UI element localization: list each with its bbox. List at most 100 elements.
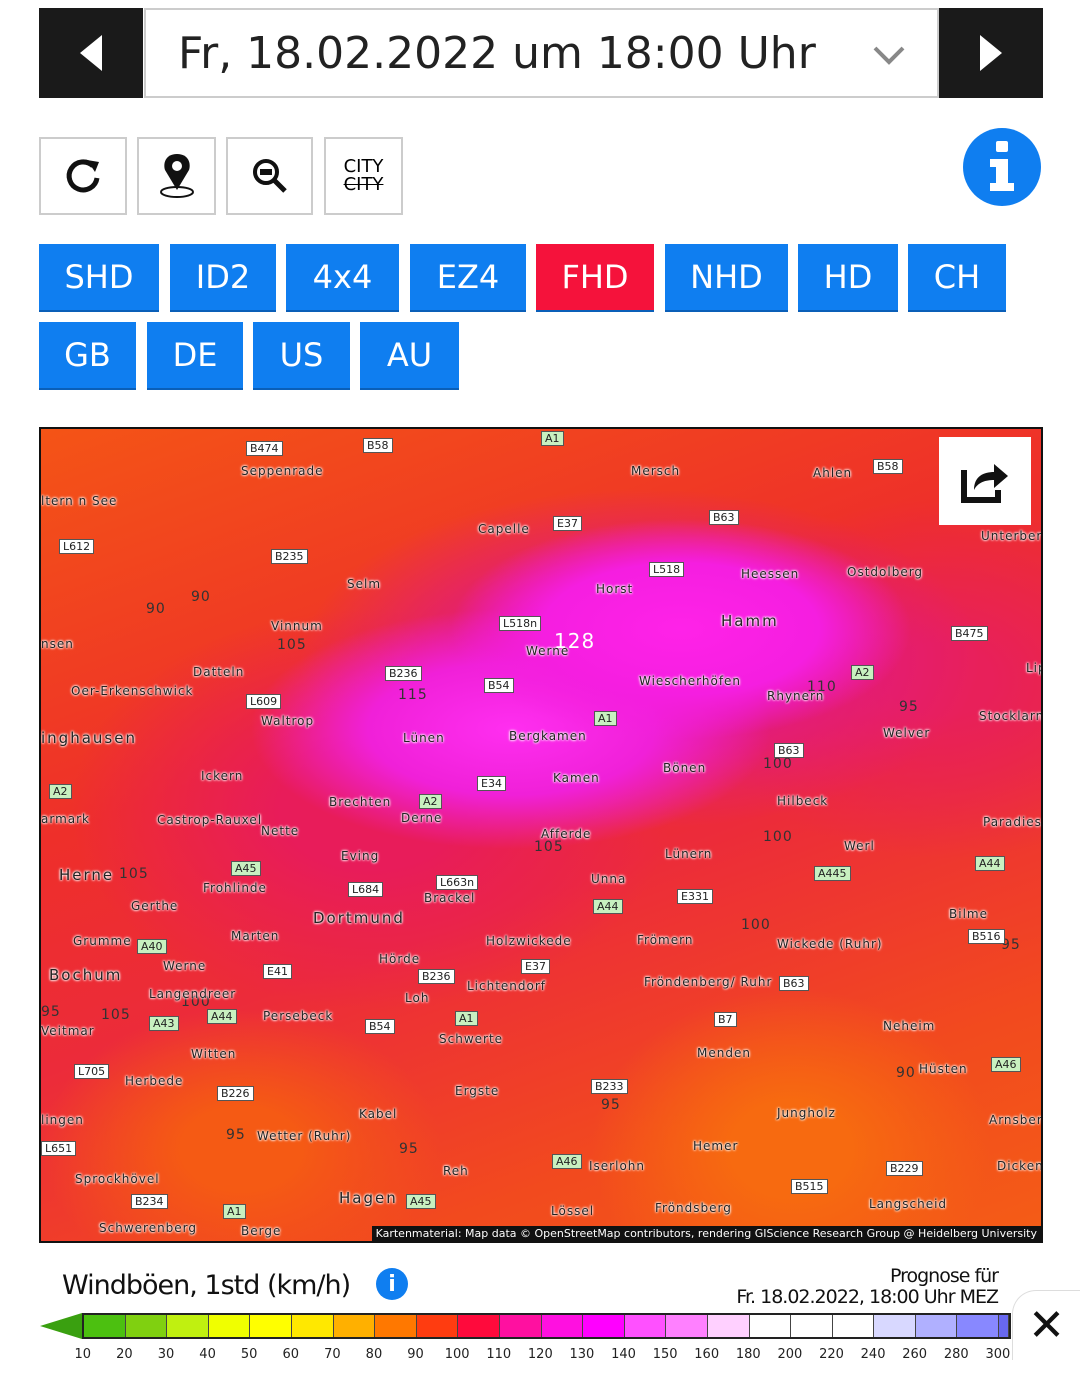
road-badge: A43 [149,1016,179,1031]
model-button-shd[interactable]: SHD [39,244,159,312]
weather-map[interactable]: 100 95 95 95 95 90 105 95 100 105 100 105 100 95 110 12… [39,427,1043,1243]
place-label: Brechten [329,795,392,809]
share-icon [961,464,1008,503]
place-label: Datteln [193,665,245,679]
place-label: Unterber [981,529,1043,543]
place-label: Selm [347,577,382,591]
isoline-value: 95 [226,1127,246,1143]
isoline-value: 95 [41,1004,61,1020]
place-label: Lipp [1026,661,1041,675]
place-label: armark [41,812,91,826]
model-button-de[interactable]: DE [147,322,243,390]
legend-tick: 110 [486,1347,512,1362]
road-badge: B58 [363,438,393,453]
place-label: Hörde [379,952,421,966]
legend-tick: 90 [407,1347,424,1362]
place-label: Herne [59,866,115,884]
legend-ticks: 10 20 30 40 50 60 70 80 90 100 110 120 130 140 150 160 1… [62,1347,1019,1362]
legend-swatch [957,1315,1000,1337]
date-time-select[interactable]: Fr, 18.02.2022 um 18:00 Uhr [144,8,939,98]
road-badge: E37 [553,516,582,531]
model-button-id2[interactable]: ID2 [170,244,276,312]
place-label: Dicken [997,1159,1043,1173]
legend-tick: 20 [116,1347,133,1362]
model-button-4x4[interactable]: 4x4 [286,244,399,312]
isoline-value: 90 [896,1065,916,1081]
road-badge: B63 [709,510,739,525]
info-button[interactable] [963,128,1041,206]
legend-swatch [624,1315,667,1337]
model-button-fhd[interactable]: FHD [536,244,654,312]
model-button-au[interactable]: AU [360,322,459,390]
refresh-icon [66,159,100,193]
location-button[interactable] [137,137,216,215]
place-label: Arnsber [989,1113,1043,1127]
place-label: nsen [41,637,74,651]
road-badge: A1 [223,1204,246,1219]
road-badge: L518 [649,562,685,577]
place-label: Iserlohn [589,1159,645,1173]
share-button[interactable] [939,437,1031,525]
road-badge: L518n [499,616,542,631]
place-label: Seppenrade [241,464,324,478]
legend-swatch [999,1315,1010,1337]
place-label: Langendreer [149,987,237,1001]
place-label: Horst [596,582,634,596]
legend-tick: 200 [777,1347,803,1362]
place-label: Werne [163,959,207,973]
city-labels-toggle[interactable]: CITY CITY [324,137,403,215]
model-button-hd[interactable]: HD [798,244,898,312]
place-label: Ergste [455,1084,500,1098]
legend-tick: 70 [324,1347,341,1362]
place-label: Lünen [403,731,445,745]
legend-title: Windböen, 1std (km/h) [62,1270,351,1301]
place-label: Bilme [949,907,988,921]
road-badge: E34 [477,776,506,791]
next-time-button[interactable] [939,8,1043,98]
place-label: Derne [401,811,443,825]
place-label: inghausen [41,729,137,747]
refresh-button[interactable] [39,137,127,215]
place-label: Lünern [665,847,713,861]
road-badge: L612 [59,539,95,554]
isoline-value: 90 [191,589,211,605]
legend-swatch [458,1315,500,1337]
place-label: Castrop-Rauxel [157,813,263,827]
place-label: Witten [191,1047,237,1061]
legend-tick: 150 [652,1347,678,1362]
place-label: Hamm [721,612,779,630]
road-badge: A2 [851,665,874,680]
legend-tick: 260 [902,1347,928,1362]
zoom-out-button[interactable] [226,137,313,215]
close-legend-button[interactable]: ✕ [1012,1290,1080,1360]
model-button-nhd[interactable]: NHD [665,244,788,312]
place-label: Fröndenberg/ Ruhr [644,975,773,989]
model-button-ez4[interactable]: EZ4 [410,244,526,312]
model-button-us[interactable]: US [253,322,350,390]
legend-swatch [333,1315,376,1337]
place-label: Reh [443,1164,469,1178]
legend-tick: 140 [611,1347,636,1362]
road-badge: A44 [207,1009,237,1024]
road-badge: L663n [436,875,479,890]
triangle-left-icon [80,35,102,71]
isoline-value: 95 [899,699,919,715]
previous-time-button[interactable] [39,8,143,98]
place-label: Frohlinde [203,881,267,895]
place-label: Loh [405,991,430,1005]
legend-swatch [749,1315,792,1337]
isoline-value: 90 [146,601,166,617]
place-label: Neheim [883,1019,936,1033]
legend-swatch [208,1315,251,1337]
place-label: Stocklarn [979,709,1043,723]
road-badge: A1 [541,431,564,446]
map-attribution: Kartenmaterial: Map data © OpenStreetMap… [371,1226,1041,1241]
legend-swatch [915,1315,958,1337]
model-button-gb[interactable]: GB [39,322,136,390]
legend-info-button[interactable]: i [376,1268,408,1300]
road-badge: B516 [968,929,1005,944]
model-button-ch[interactable]: CH [908,244,1006,312]
road-badge: B229 [886,1161,923,1176]
legend-swatch [666,1315,708,1337]
info-icon: i [388,1271,396,1297]
